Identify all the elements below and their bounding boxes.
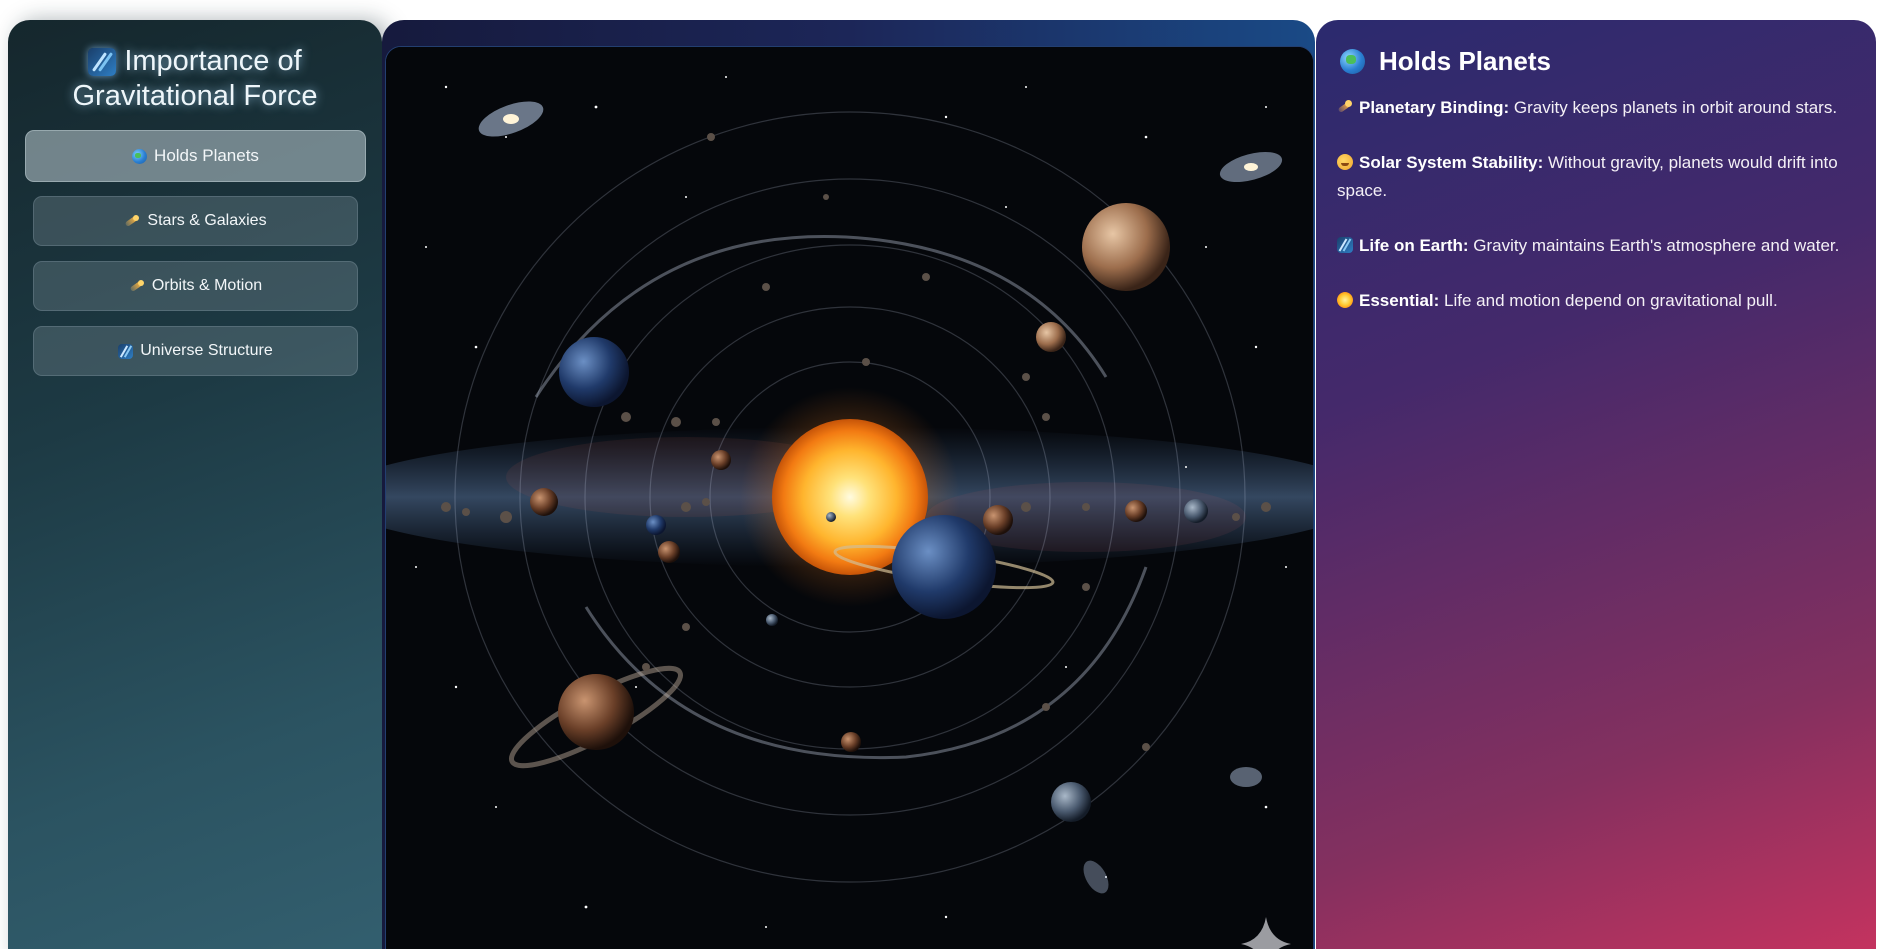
nav-item-label: Holds Planets	[154, 146, 259, 165]
milky-way-icon	[1337, 237, 1353, 253]
point-term: Essential:	[1359, 291, 1440, 310]
point-text: Gravity maintains Earth's atmosphere and…	[1468, 236, 1840, 255]
solar-system-illustration	[386, 47, 1313, 949]
content-title: Holds Planets	[1340, 44, 1854, 78]
point-planetary-binding: Planetary Binding: Gravity keeps planets…	[1337, 94, 1854, 122]
content-panel: Holds Planets Planetary Binding: Gravity…	[1316, 20, 1876, 949]
point-term: Life on Earth:	[1359, 236, 1469, 255]
milky-way-icon	[88, 48, 117, 77]
sun-icon	[1337, 292, 1353, 308]
comet-icon	[1337, 99, 1353, 115]
sidebar-title: Importance of Gravitational Force	[26, 42, 364, 116]
nav-item-label: Stars & Galaxies	[147, 212, 267, 229]
content-title-text: Holds Planets	[1379, 45, 1551, 76]
nav-item-label: Orbits & Motion	[151, 277, 263, 294]
point-text: Life and motion depend on gravitational …	[1439, 291, 1778, 310]
nav-item-holds-planets[interactable]: Holds Planets	[25, 130, 366, 182]
point-term: Solar System Stability:	[1359, 153, 1544, 172]
comet-icon	[129, 279, 145, 294]
comet-icon	[124, 214, 140, 229]
milky-way-icon	[118, 343, 134, 359]
sidebar-nav: Holds Planets Stars & Galaxies Orbits & …	[8, 130, 382, 376]
smiling-face-icon	[1337, 154, 1353, 170]
nav-item-orbits-motion[interactable]: Orbits & Motion	[33, 261, 358, 311]
point-solar-system-stability: Solar System Stability: Without gravity,…	[1337, 149, 1854, 205]
point-term: Planetary Binding:	[1359, 98, 1510, 117]
app-root: Importance of Gravitational Force Holds …	[0, 0, 1901, 949]
nav-item-universe-structure[interactable]: Universe Structure	[33, 326, 358, 376]
globe-icon	[132, 148, 148, 164]
point-essential: Essential: Life and motion depend on gra…	[1337, 287, 1854, 315]
nav-item-label: Universe Structure	[140, 342, 273, 359]
point-life-on-earth: Life on Earth: Gravity maintains Earth's…	[1337, 232, 1854, 260]
image-panel	[382, 20, 1315, 949]
point-text: Gravity keeps planets in orbit around st…	[1509, 98, 1838, 117]
solar-system-image	[385, 46, 1314, 949]
nav-item-stars-galaxies[interactable]: Stars & Galaxies	[33, 196, 358, 246]
globe-icon	[1340, 48, 1365, 74]
sidebar: Importance of Gravitational Force Holds …	[8, 20, 382, 949]
